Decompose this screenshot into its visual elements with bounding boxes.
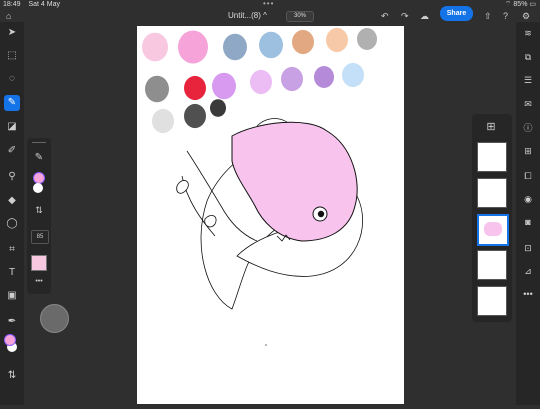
smudge-icon[interactable]: ✐ <box>4 143 20 159</box>
touch-shortcut-button[interactable] <box>40 304 69 333</box>
brush-size[interactable]: 85 <box>31 230 49 244</box>
battery-icon: ▭ <box>529 1 536 8</box>
layer-thumb-2[interactable] <box>477 178 507 208</box>
panel-handle[interactable] <box>32 142 46 143</box>
layers-panel: ⊞ <box>472 114 512 322</box>
text-icon[interactable]: T <box>4 265 20 281</box>
palette-swatch <box>250 69 272 95</box>
redo-icon[interactable]: ↷ <box>401 11 409 22</box>
place-image-icon[interactable]: ▣ <box>4 288 20 304</box>
document-title[interactable]: Untit...(8) ^ <box>228 11 267 20</box>
canvas[interactable] <box>137 26 404 404</box>
comments-icon[interactable]: ✉ <box>520 96 536 112</box>
palette-swatch <box>142 32 168 62</box>
more-icon[interactable]: ••• <box>520 286 536 302</box>
brush-icon[interactable]: ✎ <box>4 95 20 111</box>
artwork <box>142 27 377 346</box>
settings-icon[interactable]: ⚙ <box>522 11 530 22</box>
palette-swatch <box>314 66 334 88</box>
visibility-icon[interactable]: ◉ <box>520 191 536 207</box>
layers-icon[interactable]: ≋ <box>520 25 536 41</box>
liquify-icon[interactable]: ⚲ <box>4 169 20 185</box>
merge-icon[interactable]: ⊿ <box>520 263 536 279</box>
mask-icon[interactable]: ◙ <box>520 214 536 230</box>
stray-dot <box>265 344 267 346</box>
multitask-dots-icon[interactable]: ••• <box>263 0 274 8</box>
layer-thumb-5[interactable] <box>477 286 507 316</box>
date: Sat 4 May <box>28 1 60 8</box>
home-icon[interactable]: ⌂ <box>6 11 11 21</box>
zoom-level[interactable]: 30% <box>286 11 314 22</box>
brush-options-panel: ✎ ⇅ 85 ••• <box>27 138 51 294</box>
brush-color-icon[interactable] <box>32 172 46 196</box>
add-icon[interactable]: ⊞ <box>520 143 536 159</box>
palette-swatch <box>210 99 226 117</box>
palette-swatch <box>292 29 314 55</box>
palette-swatch <box>145 75 169 103</box>
adjustments-icon[interactable]: ☰ <box>520 72 536 88</box>
palette-swatch <box>342 62 364 88</box>
swap-icon[interactable]: ⇅ <box>31 202 47 218</box>
fill-icon[interactable]: ◆ <box>4 193 20 209</box>
palette-swatch <box>281 66 303 92</box>
help-icon[interactable]: ? <box>503 11 508 21</box>
undo-icon[interactable]: ↶ <box>381 11 389 22</box>
share-button[interactable]: Share <box>440 6 473 21</box>
left-toolbar: ➤ ⬚ ◌ ✎ ◪ ✐ ⚲ ◆ ◯ ⌗ T ▣ ✒ ⇅ <box>0 22 24 405</box>
transform-icon[interactable]: ⬚ <box>4 48 20 64</box>
palette-swatch <box>357 28 377 50</box>
duplicate-icon[interactable]: ⧠ <box>520 168 536 184</box>
layer-thumb-1[interactable] <box>477 142 507 172</box>
brush-settings-icon[interactable]: ✎ <box>31 150 47 166</box>
export-icon[interactable]: ⇧ <box>484 11 492 22</box>
palette-swatch <box>259 31 283 59</box>
palette-swatch <box>184 103 206 129</box>
lasso-icon[interactable]: ◌ <box>4 71 20 87</box>
palette-swatch <box>178 30 208 64</box>
time: 18:49 <box>3 1 21 8</box>
add-layer-icon[interactable]: ⊞ <box>484 120 498 134</box>
wifi-icon: ⌔ <box>504 1 512 8</box>
color-swatch-icon[interactable] <box>4 334 18 352</box>
color-palette <box>142 27 377 134</box>
swap-icon[interactable]: ⇅ <box>4 368 20 384</box>
link-icon[interactable]: ⊡ <box>520 240 536 256</box>
right-toolbar: ≋ ⧉ ☰ ✉ ⓘ ⊞ ⧠ ◉ ◙ ⊡ ⊿ ••• <box>516 22 540 405</box>
creature-pupil <box>317 210 325 218</box>
brush-preview[interactable] <box>31 255 47 271</box>
bow-2 <box>204 215 217 228</box>
layer-thumb-3[interactable] <box>477 214 509 246</box>
info-icon[interactable]: ⓘ <box>520 120 536 136</box>
palette-swatch <box>212 72 236 100</box>
eyedropper-icon[interactable]: ✒ <box>4 314 20 330</box>
more-icon[interactable]: ••• <box>31 278 47 285</box>
cloud-icon[interactable]: ☁ <box>420 11 429 22</box>
select-icon[interactable]: ➤ <box>4 25 20 41</box>
palette-swatch <box>184 75 206 101</box>
palette-swatch <box>223 33 247 61</box>
palette-swatch <box>152 108 174 134</box>
battery-text: 85% <box>513 1 528 8</box>
shape-icon[interactable]: ◯ <box>4 216 20 232</box>
crop-icon[interactable]: ⌗ <box>4 242 20 258</box>
palette-swatch <box>326 27 348 53</box>
layer-stack-icon[interactable]: ⧉ <box>520 49 536 65</box>
eraser-icon[interactable]: ◪ <box>4 119 20 135</box>
layer-thumb-4[interactable] <box>477 250 507 280</box>
